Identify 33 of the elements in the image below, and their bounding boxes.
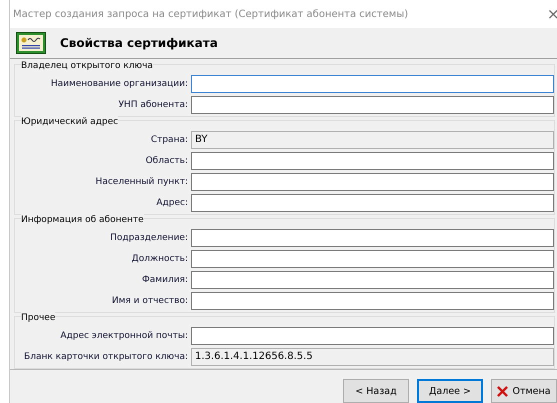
certificate-icon <box>16 32 46 54</box>
field-label: Адрес электронной почты: <box>59 331 188 341</box>
input-field[interactable] <box>191 229 554 247</box>
field-label: Населенный пункт: <box>94 177 188 187</box>
input-field[interactable] <box>191 194 554 212</box>
wizard-button[interactable]: Далее > <box>417 379 483 403</box>
field-label: Бланк карточки открытого ключа: <box>23 352 188 362</box>
input-field[interactable] <box>191 271 554 289</box>
field-label: Фамилия: <box>141 275 188 285</box>
field-label: Имя и отчество: <box>110 296 188 306</box>
input-field[interactable] <box>191 173 554 191</box>
field-label: Наименование организации: <box>50 79 188 89</box>
cross-icon <box>497 386 508 396</box>
group-title: Владелец открытого ключа <box>21 60 153 72</box>
input-field[interactable] <box>191 152 554 170</box>
wizard-button[interactable]: Отмена <box>491 379 557 403</box>
wizard-button[interactable]: < Назад <box>343 379 409 403</box>
input-field[interactable] <box>191 96 554 114</box>
input-field[interactable] <box>191 75 554 93</box>
field-label: Должность: <box>130 254 188 264</box>
input-field[interactable] <box>191 327 554 345</box>
field-label: Адрес: <box>155 198 188 208</box>
group-title: Прочее <box>21 312 56 324</box>
field-label: Область: <box>144 156 188 166</box>
page-heading: Свойства сертификата <box>60 36 218 50</box>
field-label: Страна: <box>150 135 188 145</box>
field-label: УНП абонента: <box>117 100 188 110</box>
group-title: Информация об абоненте <box>21 214 144 226</box>
field-label: Подразделение: <box>109 233 188 243</box>
input-field[interactable] <box>191 250 554 268</box>
input-field[interactable] <box>191 292 554 310</box>
window-title: Мастер создания запроса на сертификат (Сертификат абонента системы) <box>13 8 408 20</box>
group-title: Юридический адрес <box>21 116 118 128</box>
